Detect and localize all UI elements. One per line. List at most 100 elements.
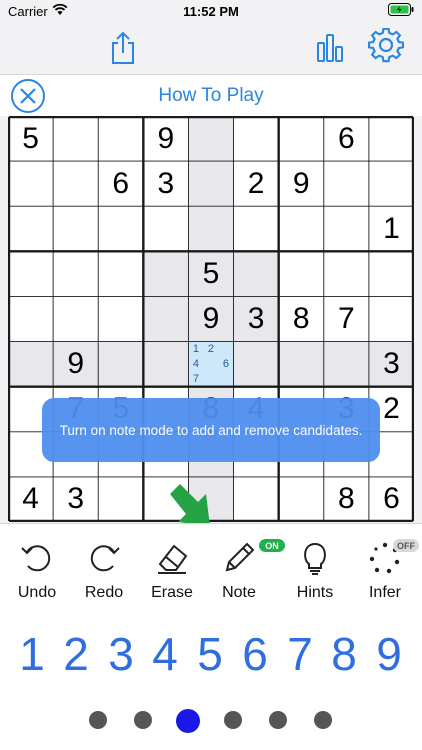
sudoku-cell[interactable]: 124 6 7 xyxy=(188,341,234,387)
sudoku-cell[interactable]: 8 xyxy=(279,296,324,341)
sudoku-cell[interactable] xyxy=(324,206,369,251)
number-key-4[interactable]: 4 xyxy=(145,627,185,681)
undo-button[interactable]: Undo xyxy=(2,538,72,608)
sudoku-cell[interactable] xyxy=(53,251,98,296)
sudoku-cell[interactable] xyxy=(369,161,414,206)
number-key-9[interactable]: 9 xyxy=(369,627,409,681)
cell-digit: 8 xyxy=(292,301,310,335)
redo-button[interactable]: Redo xyxy=(69,538,139,608)
sudoku-cell[interactable] xyxy=(98,296,143,341)
cell-digit: 3 xyxy=(383,347,400,381)
sudoku-cell[interactable] xyxy=(98,116,143,161)
sudoku-cell[interactable] xyxy=(279,477,324,522)
sudoku-cell[interactable]: 9 xyxy=(143,116,188,161)
sudoku-cell[interactable] xyxy=(98,477,143,522)
page-dot[interactable] xyxy=(134,711,152,729)
sudoku-cell[interactable]: 7 xyxy=(324,296,369,341)
stats-button[interactable] xyxy=(313,28,347,68)
sudoku-cell[interactable]: 8 xyxy=(324,477,369,522)
share-button[interactable] xyxy=(106,28,140,68)
how-to-play-bar: How To Play xyxy=(0,74,422,116)
sudoku-cell[interactable] xyxy=(369,296,414,341)
sudoku-cell[interactable]: 3 xyxy=(143,161,188,206)
sudoku-cell[interactable] xyxy=(279,116,324,161)
page-dot[interactable] xyxy=(314,711,332,729)
sudoku-cell[interactable] xyxy=(98,251,143,296)
sudoku-cell[interactable] xyxy=(323,341,369,387)
sudoku-cell[interactable] xyxy=(53,206,98,251)
sudoku-cell[interactable]: 4 xyxy=(8,477,53,522)
sudoku-cell[interactable] xyxy=(188,116,234,162)
cell-digit: 9 xyxy=(292,166,310,200)
hints-button[interactable]: Hints xyxy=(280,538,350,608)
settings-button[interactable] xyxy=(366,26,406,66)
sudoku-cell[interactable] xyxy=(8,161,53,206)
sudoku-cell[interactable]: 2 xyxy=(234,161,279,206)
sudoku-cell[interactable] xyxy=(53,161,98,206)
gear-icon xyxy=(368,28,404,63)
sudoku-cell[interactable]: 6 xyxy=(324,116,369,161)
erase-button[interactable]: Erase xyxy=(137,538,207,608)
sudoku-cell[interactable]: 5 xyxy=(188,251,234,297)
cell-digit: 7 xyxy=(337,301,355,335)
sudoku-cell[interactable] xyxy=(279,251,324,296)
sudoku-cell[interactable] xyxy=(8,251,53,296)
sudoku-cell[interactable] xyxy=(143,341,189,387)
sudoku-cell[interactable] xyxy=(233,251,279,297)
sudoku-cell[interactable]: 5 xyxy=(8,116,53,161)
sudoku-cell[interactable]: 9 xyxy=(279,161,324,206)
sudoku-cell[interactable] xyxy=(188,206,234,252)
sudoku-cell[interactable] xyxy=(278,341,324,387)
sudoku-cell[interactable] xyxy=(234,477,279,522)
sudoku-cell[interactable] xyxy=(279,206,324,251)
action-toolbar: Undo Redo Erase Note Hints Infer xyxy=(0,523,422,613)
number-key-6[interactable]: 6 xyxy=(235,627,275,681)
page-dot[interactable] xyxy=(269,711,287,729)
sudoku-cell[interactable]: 9 xyxy=(188,296,234,342)
sudoku-cell[interactable]: 9 xyxy=(53,341,99,387)
sudoku-cell[interactable] xyxy=(143,296,189,342)
number-key-7[interactable]: 7 xyxy=(280,627,320,681)
sudoku-cell[interactable] xyxy=(369,116,414,161)
page-dot[interactable] xyxy=(89,711,107,729)
bar-chart-icon xyxy=(317,34,343,62)
sudoku-cell[interactable] xyxy=(53,116,98,161)
sudoku-cell[interactable] xyxy=(234,206,279,251)
cell-digit: 9 xyxy=(202,301,220,335)
sudoku-cell[interactable] xyxy=(98,206,143,251)
page-dot[interactable] xyxy=(176,709,200,733)
sudoku-cell[interactable]: 1 xyxy=(369,206,414,251)
sudoku-cell[interactable] xyxy=(8,341,54,387)
sudoku-cell[interactable]: 6 xyxy=(98,161,143,206)
sudoku-cell[interactable]: 6 xyxy=(369,477,414,522)
status-time: 11:52 PM xyxy=(183,4,239,19)
sudoku-cell[interactable] xyxy=(8,296,53,341)
sudoku-cell[interactable] xyxy=(188,161,234,207)
sudoku-cell[interactable]: 3 xyxy=(233,296,279,342)
number-key-3[interactable]: 3 xyxy=(101,627,141,681)
sudoku-cell[interactable] xyxy=(234,116,279,161)
page-title: How To Play xyxy=(158,85,264,106)
number-key-2[interactable]: 2 xyxy=(56,627,96,681)
cell-digit: 9 xyxy=(67,347,84,381)
number-key-1[interactable]: 1 xyxy=(12,627,52,681)
sudoku-cell[interactable]: 3 xyxy=(53,477,98,522)
sudoku-cell[interactable] xyxy=(98,341,144,387)
cell-digit: 6 xyxy=(383,482,400,516)
sudoku-cell[interactable] xyxy=(8,206,53,251)
number-key-5[interactable]: 5 xyxy=(190,627,230,681)
redo-icon xyxy=(90,545,120,572)
sudoku-cell[interactable] xyxy=(369,251,414,296)
sudoku-cell[interactable] xyxy=(233,341,279,387)
sudoku-cell[interactable] xyxy=(53,296,98,341)
sudoku-cell[interactable]: 3 xyxy=(368,341,414,387)
redo-label: Redo xyxy=(84,584,124,601)
number-key-8[interactable]: 8 xyxy=(324,627,364,681)
page-dot[interactable] xyxy=(224,711,242,729)
cell-digit: 6 xyxy=(112,166,130,200)
sudoku-cell[interactable] xyxy=(143,206,188,251)
cell-digit: 9 xyxy=(157,121,175,155)
sudoku-cell[interactable] xyxy=(324,161,369,206)
sudoku-cell[interactable] xyxy=(324,251,369,296)
sudoku-cell[interactable] xyxy=(143,251,189,297)
